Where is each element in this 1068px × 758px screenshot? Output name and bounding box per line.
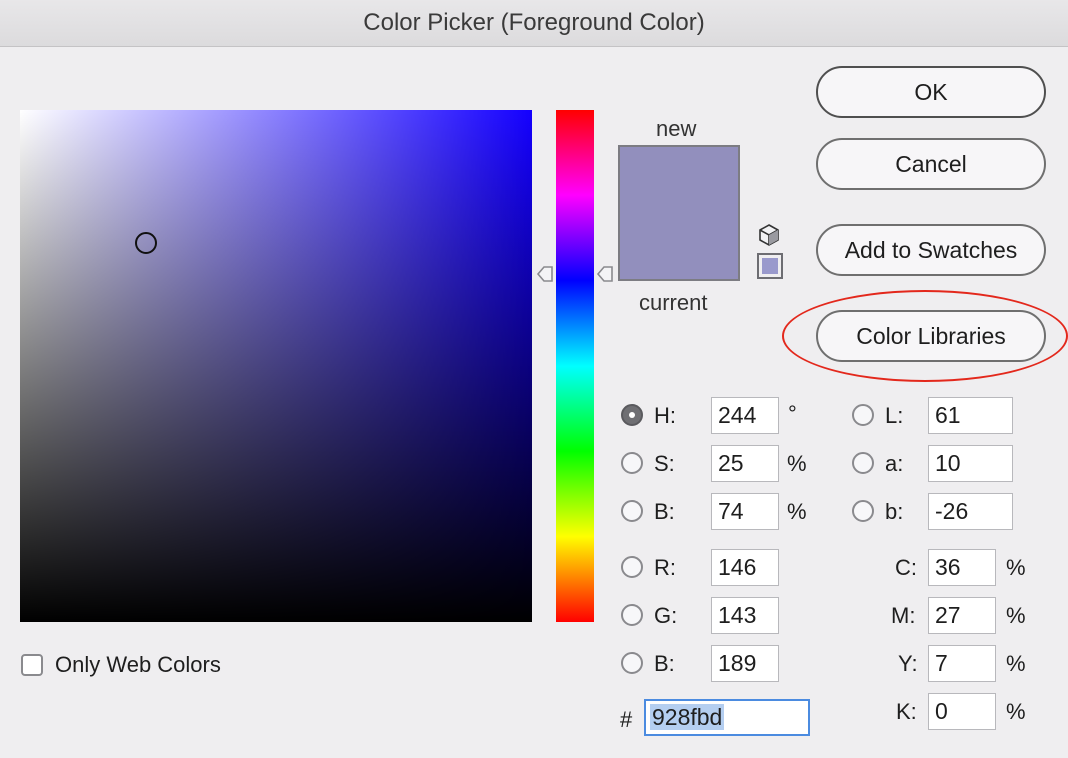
hex-label: # xyxy=(620,707,633,732)
cyan-input[interactable]: 36 xyxy=(928,549,996,586)
black-input[interactable]: 0 xyxy=(928,693,996,730)
highlight-annotation-ellipse xyxy=(782,290,1068,382)
color-field-picker-circle[interactable] xyxy=(135,232,157,254)
lab-l-input[interactable]: 61 xyxy=(928,397,1013,434)
saturation-input[interactable]: 25 xyxy=(711,445,779,482)
cyan-unit: % xyxy=(1006,555,1026,580)
only-web-colors-label: Only Web Colors xyxy=(55,652,221,677)
hue-input[interactable]: 244 xyxy=(711,397,779,434)
add-to-swatches-button[interactable]: Add to Swatches xyxy=(816,224,1046,276)
brightness-radio[interactable] xyxy=(621,500,643,522)
hue-unit: ° xyxy=(788,401,797,426)
new-label: new xyxy=(656,116,697,141)
lab-l-radio[interactable] xyxy=(852,404,874,426)
yellow-label: Y: xyxy=(898,651,918,676)
lab-a-label: a: xyxy=(885,451,904,476)
black-label: K: xyxy=(896,699,917,724)
only-web-colors-checkbox[interactable] xyxy=(21,654,43,676)
green-radio[interactable] xyxy=(621,604,643,626)
lab-a-input[interactable]: 10 xyxy=(928,445,1013,482)
magenta-label: M: xyxy=(891,603,916,628)
color-field[interactable] xyxy=(20,110,532,622)
magenta-input[interactable]: 27 xyxy=(928,597,996,634)
cancel-button[interactable]: Cancel xyxy=(816,138,1046,190)
magenta-unit: % xyxy=(1006,603,1026,628)
blue-input[interactable]: 189 xyxy=(711,645,779,682)
out-of-gamut-cube-icon[interactable] xyxy=(756,222,782,248)
saturation-radio[interactable] xyxy=(621,452,643,474)
new-color-swatch xyxy=(618,145,740,214)
cyan-label: C: xyxy=(895,555,917,580)
hue-slider-right-handle-icon[interactable] xyxy=(596,265,614,283)
brightness-input[interactable]: 74 xyxy=(711,493,779,530)
hex-input[interactable]: 928fbd xyxy=(644,699,810,736)
lab-b-radio[interactable] xyxy=(852,500,874,522)
current-label: current xyxy=(639,290,708,315)
green-label: G: xyxy=(654,603,678,628)
brightness-unit: % xyxy=(787,499,807,524)
lab-b-label: b: xyxy=(885,499,904,524)
black-unit: % xyxy=(1006,699,1026,724)
saturation-label: S: xyxy=(654,451,675,476)
lab-b-input[interactable]: -26 xyxy=(928,493,1013,530)
hue-radio[interactable] xyxy=(621,404,643,426)
current-color-swatch[interactable] xyxy=(618,212,740,281)
blue-label: B: xyxy=(654,651,675,676)
window-title: Color Picker (Foreground Color) xyxy=(0,0,1068,47)
brightness-label: B: xyxy=(654,499,675,524)
green-input[interactable]: 143 xyxy=(711,597,779,634)
web-safe-color-swatch[interactable] xyxy=(757,253,783,279)
lab-a-radio[interactable] xyxy=(852,452,874,474)
ok-button[interactable]: OK xyxy=(816,66,1046,118)
red-label: R: xyxy=(654,555,676,580)
hue-slider-left-handle-icon[interactable] xyxy=(536,265,554,283)
blue-radio[interactable] xyxy=(621,652,643,674)
red-radio[interactable] xyxy=(621,556,643,578)
yellow-unit: % xyxy=(1006,651,1026,676)
hue-label: H: xyxy=(654,403,676,428)
hex-value: 928fbd xyxy=(650,704,725,730)
hue-slider[interactable] xyxy=(556,110,594,622)
lab-l-label: L: xyxy=(885,403,904,428)
red-input[interactable]: 146 xyxy=(711,549,779,586)
saturation-unit: % xyxy=(787,451,807,476)
yellow-input[interactable]: 7 xyxy=(928,645,996,682)
